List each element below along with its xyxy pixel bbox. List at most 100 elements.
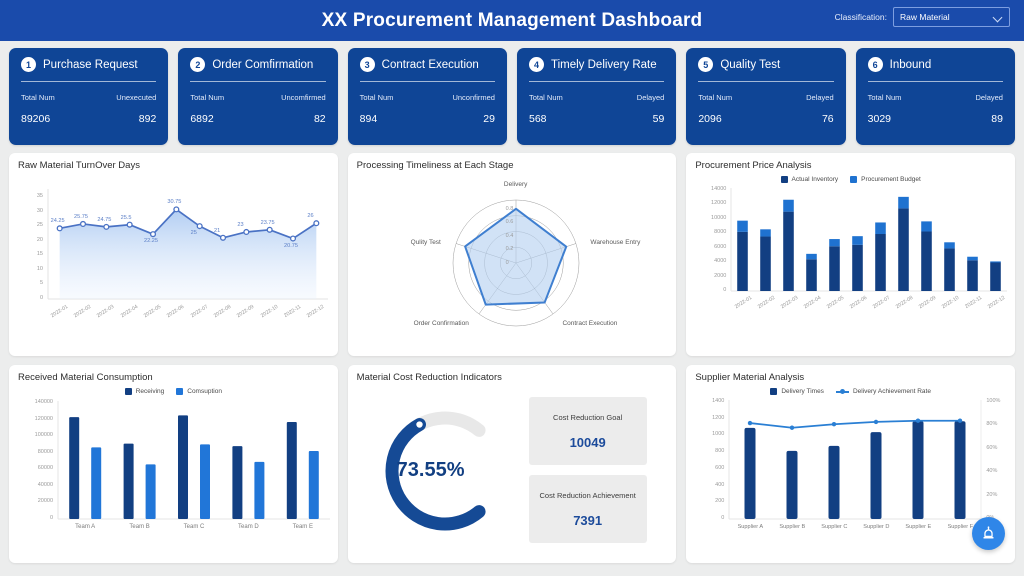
alarm-icon <box>983 526 994 539</box>
y-axis-tick-label: 0 <box>721 515 725 521</box>
y-axis-tick-label: 1000 <box>712 431 725 438</box>
kpi-number-badge: 4 <box>528 57 544 72</box>
panel-received-material-consumption: Received Material Consumption Receiving C… <box>9 365 338 563</box>
y-axis-tick-label: 12000 <box>711 200 727 207</box>
kpi-metric-total: Total Num 89206 <box>21 93 55 125</box>
y-axis-tick-label: 120000 <box>34 415 53 422</box>
panel-raw-material-turnover: Raw Material TurnOver Days 0 5 10 15 20 25 30 3… <box>9 153 338 356</box>
alarm-fab-button[interactable] <box>971 517 1005 550</box>
kpi-card-row: 1 Purchase Request Total Num 89206 Unexecute… <box>0 41 1024 145</box>
radial-tick-label: 0.8 <box>505 205 514 212</box>
kpi-metric-secondary: Delayed 89 <box>975 93 1003 125</box>
y-axis-tick-label: 80000 <box>37 448 53 455</box>
y2-axis-tick-label: 20% <box>986 491 998 498</box>
kpi-card-6[interactable]: 6 Inbound Total Num 3029 Delayed 89 <box>855 48 1015 145</box>
x-axis-tick-label: Supplier E <box>905 524 932 530</box>
kpi-metric-label: Total Num <box>698 93 733 102</box>
legend-item[interactable]: Receiving <box>124 388 164 395</box>
y-axis-tick-label: 35 <box>36 193 43 199</box>
legend-item[interactable]: Comsuption <box>176 388 222 395</box>
y2-axis-tick-label: 60% <box>986 444 998 451</box>
classification-select[interactable]: Raw Material <box>893 7 1010 27</box>
y-axis-tick-label: 15 <box>36 251 43 258</box>
legend-label: Delivery Times <box>781 388 824 395</box>
kpi-metric-secondary: Uncomfirmed 82 <box>281 93 326 125</box>
dashboard-panels: Raw Material TurnOver Days 0 5 10 15 20 25 30 3… <box>0 145 1024 563</box>
y-axis-tick-label: 14000 <box>711 186 727 192</box>
kpi-metrics: Total Num 568 Delayed 59 <box>529 93 664 125</box>
chart-price-bar: 0 2000 4000 6000 8000 10000 12000 14000 2022-01 2… <box>695 184 1008 331</box>
legend-color-swatch <box>850 176 858 183</box>
chart-legend: Receiving Comsuption <box>18 388 329 395</box>
x-axis-tick-label: Supplier C <box>821 524 848 530</box>
kpi-metric-value: 3029 <box>867 113 891 125</box>
stat-label: Cost Reduction Goal <box>553 412 623 422</box>
kpi-card-1[interactable]: 1 Purchase Request Total Num 89206 Unexecute… <box>9 48 169 145</box>
panel-material-cost-reduction: Material Cost Reduction Indicators 73.55… <box>347 365 677 563</box>
legend-item[interactable]: Delivery Times <box>770 388 824 395</box>
divider <box>359 81 495 82</box>
chart-canvas <box>452 199 579 327</box>
y-axis-tick-label: 25 <box>36 222 43 229</box>
kpi-metric-value: 89 <box>991 113 1003 125</box>
stat-value: 10049 <box>569 434 606 450</box>
legend-line-marker <box>835 388 849 394</box>
data-point-label: 24.25 <box>50 218 65 225</box>
y-axis-tick-label: 20000 <box>37 498 53 505</box>
x-axis-tick-label: Supplier A <box>737 524 764 530</box>
x-axis-tick-label: Team C <box>183 524 205 530</box>
legend-label: Procurement Budget <box>861 176 921 183</box>
y-axis-tick-label: 10000 <box>711 214 727 221</box>
panel-title: Material Cost Reduction Indicators <box>356 372 502 383</box>
radial-tick-label: 0.6 <box>505 219 514 226</box>
kpi-card-4[interactable]: 4 Timely Delivery Rate Total Num 568 Delayed… <box>516 48 677 145</box>
chart-cost-reduction-gauge: 73.55% Cost Reduction Goal 10049 Cost Reduc… <box>357 387 668 552</box>
y-axis-tick-label: 0 <box>39 295 43 301</box>
y-axis-tick-label: 8000 <box>714 229 727 236</box>
legend-item[interactable]: Delivery Achievement Rate <box>835 388 931 395</box>
divider <box>21 81 157 82</box>
kpi-metric-value: 76 <box>821 113 834 125</box>
legend-label: Actual Inventory <box>791 176 839 183</box>
kpi-metric-secondary: Delayed 59 <box>637 93 665 125</box>
radial-tick-label: 0 <box>505 260 509 266</box>
kpi-metric-label: Delayed <box>806 93 834 102</box>
data-point-label: 21 <box>214 227 221 234</box>
legend-item[interactable]: Procurement Budget <box>850 176 921 183</box>
y-axis-tick-label: 600 <box>715 464 725 471</box>
radar-axis-label: Delivery <box>503 181 528 188</box>
y-axis-tick-label: 60000 <box>37 465 53 472</box>
stat-box-achievement: Cost Reduction Achievement 7391 <box>528 475 647 543</box>
y-axis-tick-label: 1200 <box>712 414 725 421</box>
kpi-card-5[interactable]: 5 Quality Test Total Num 2096 Delayed 76 <box>686 48 846 145</box>
kpi-card-2[interactable]: 2 Order Comfirmation Total Num 6892 Uncomfir… <box>178 48 338 145</box>
data-point-label: 20.75 <box>284 242 298 249</box>
radial-tick-label: 0.4 <box>505 232 514 239</box>
chart-supplier-combo: 02004006008001000120014000%20%40%60%80%1… <box>695 396 1006 541</box>
kpi-metric-label: Total Num <box>190 93 225 102</box>
y2-axis-tick-label: 40% <box>986 468 998 475</box>
radial-tick-label: 0.2 <box>505 246 514 253</box>
chart-turnover-line: 0 5 10 15 20 25 30 35 24.25 25.75 24.75 25.5 22.25 30… <box>18 175 329 343</box>
chart-consumption-bar: 0 20000 40000 60000 80000 100000 120000 140000 T… <box>18 397 330 543</box>
legend-color-swatch <box>770 388 778 395</box>
kpi-title: Order Comfirmation <box>212 58 314 71</box>
x-axis-tick-label: Team B <box>129 524 150 530</box>
x-axis-tick-label: Team A <box>75 524 96 530</box>
kpi-card-3[interactable]: 3 Contract Execution Total Num 894 Unconfirm… <box>347 48 507 145</box>
kpi-title: Contract Execution <box>381 58 479 71</box>
y-axis-tick-label: 1400 <box>712 398 725 404</box>
legend-item[interactable]: Actual Inventory <box>780 176 839 183</box>
data-point-label: 23.75 <box>260 219 275 226</box>
classification-filter: Classification: Raw Material <box>835 7 1010 27</box>
kpi-metric-total: Total Num 6892 <box>190 93 224 125</box>
page-title: XX Procurement Management Dashboard <box>321 9 703 31</box>
kpi-metric-label: Unexecuted <box>116 93 157 102</box>
kpi-header: 6 Inbound <box>867 57 1003 72</box>
kpi-metric-label: Total Num <box>867 93 902 102</box>
chart-legend: Actual Inventory Procurement Budget <box>695 176 1006 183</box>
panel-processing-timeliness: Processing Timeliness at Each Stage 0 0.2… <box>347 153 677 356</box>
legend-color-swatch <box>124 388 132 395</box>
kpi-title: Quality Test <box>720 58 781 71</box>
y-axis-tick-label: 0 <box>49 515 53 521</box>
